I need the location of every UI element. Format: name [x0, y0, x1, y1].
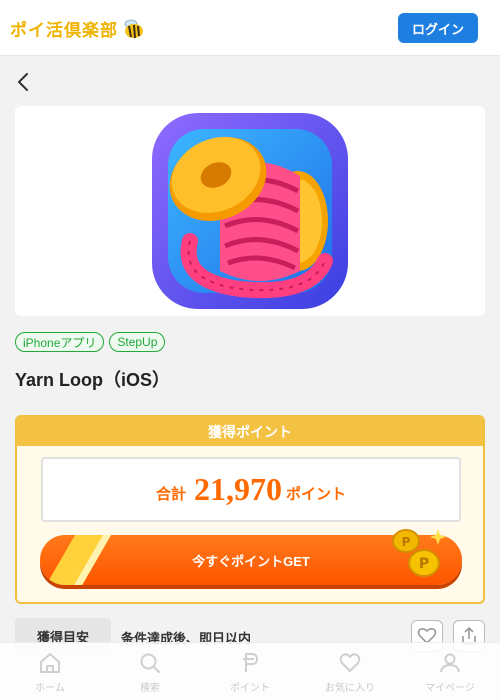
nav-label-favorites: お気に入り — [325, 683, 375, 694]
coins-icon: P P — [392, 529, 446, 577]
heart-icon — [339, 653, 361, 672]
nav-item-favorites[interactable]: お気に入り — [300, 643, 400, 700]
total-label: 合計 — [155, 486, 186, 503]
user-icon — [440, 653, 460, 673]
home-icon — [40, 653, 60, 673]
svg-text:P: P — [402, 535, 411, 549]
bottom-nav: ホーム 検索 ポイント お気に入り マイページ — [0, 642, 500, 700]
nav-item-points[interactable]: ポイント — [200, 643, 300, 700]
tag-list: iPhoneアプリ StepUp — [15, 332, 166, 352]
get-points-label: 今すぐポイントGET — [192, 553, 310, 569]
svg-text:P: P — [419, 556, 429, 572]
app-image-card — [15, 106, 485, 316]
nav-label-search: 検索 — [140, 683, 160, 694]
nav-item-mypage[interactable]: マイページ — [400, 643, 500, 700]
points-header: 獲得ポイント — [17, 417, 483, 446]
app-title: Yarn Loop（iOS） — [15, 370, 171, 390]
tag-stepup[interactable]: StepUp — [109, 332, 166, 352]
site-logo[interactable]: ポイ活倶楽部 — [10, 16, 146, 41]
nav-item-home[interactable]: ホーム — [0, 643, 100, 700]
app-icon — [152, 113, 348, 309]
login-button[interactable]: ログイン — [398, 13, 478, 43]
logo-text: ポイ活倶楽部 — [10, 21, 118, 41]
nav-label-home: ホーム — [35, 683, 65, 694]
bee-icon — [124, 19, 143, 38]
nav-label-points: ポイント — [230, 683, 270, 694]
nav-label-mypage: マイページ — [425, 683, 475, 694]
header: ポイ活倶楽部 ログイン — [0, 0, 500, 56]
total-points-box: 合計 21,970 ポイント — [41, 457, 461, 522]
tag-iphone-app[interactable]: iPhoneアプリ — [15, 332, 105, 352]
nav-item-search[interactable]: 検索 — [100, 643, 200, 700]
search-icon — [140, 653, 160, 673]
total-points-value: 21,970 — [194, 471, 282, 507]
point-icon — [243, 653, 258, 672]
points-unit: ポイント — [286, 486, 347, 503]
back-chevron-icon[interactable] — [14, 70, 34, 94]
page: ポイ活倶楽部 ログイン iPhoneアプリ StepUp Yarn Loop（i… — [0, 0, 500, 700]
